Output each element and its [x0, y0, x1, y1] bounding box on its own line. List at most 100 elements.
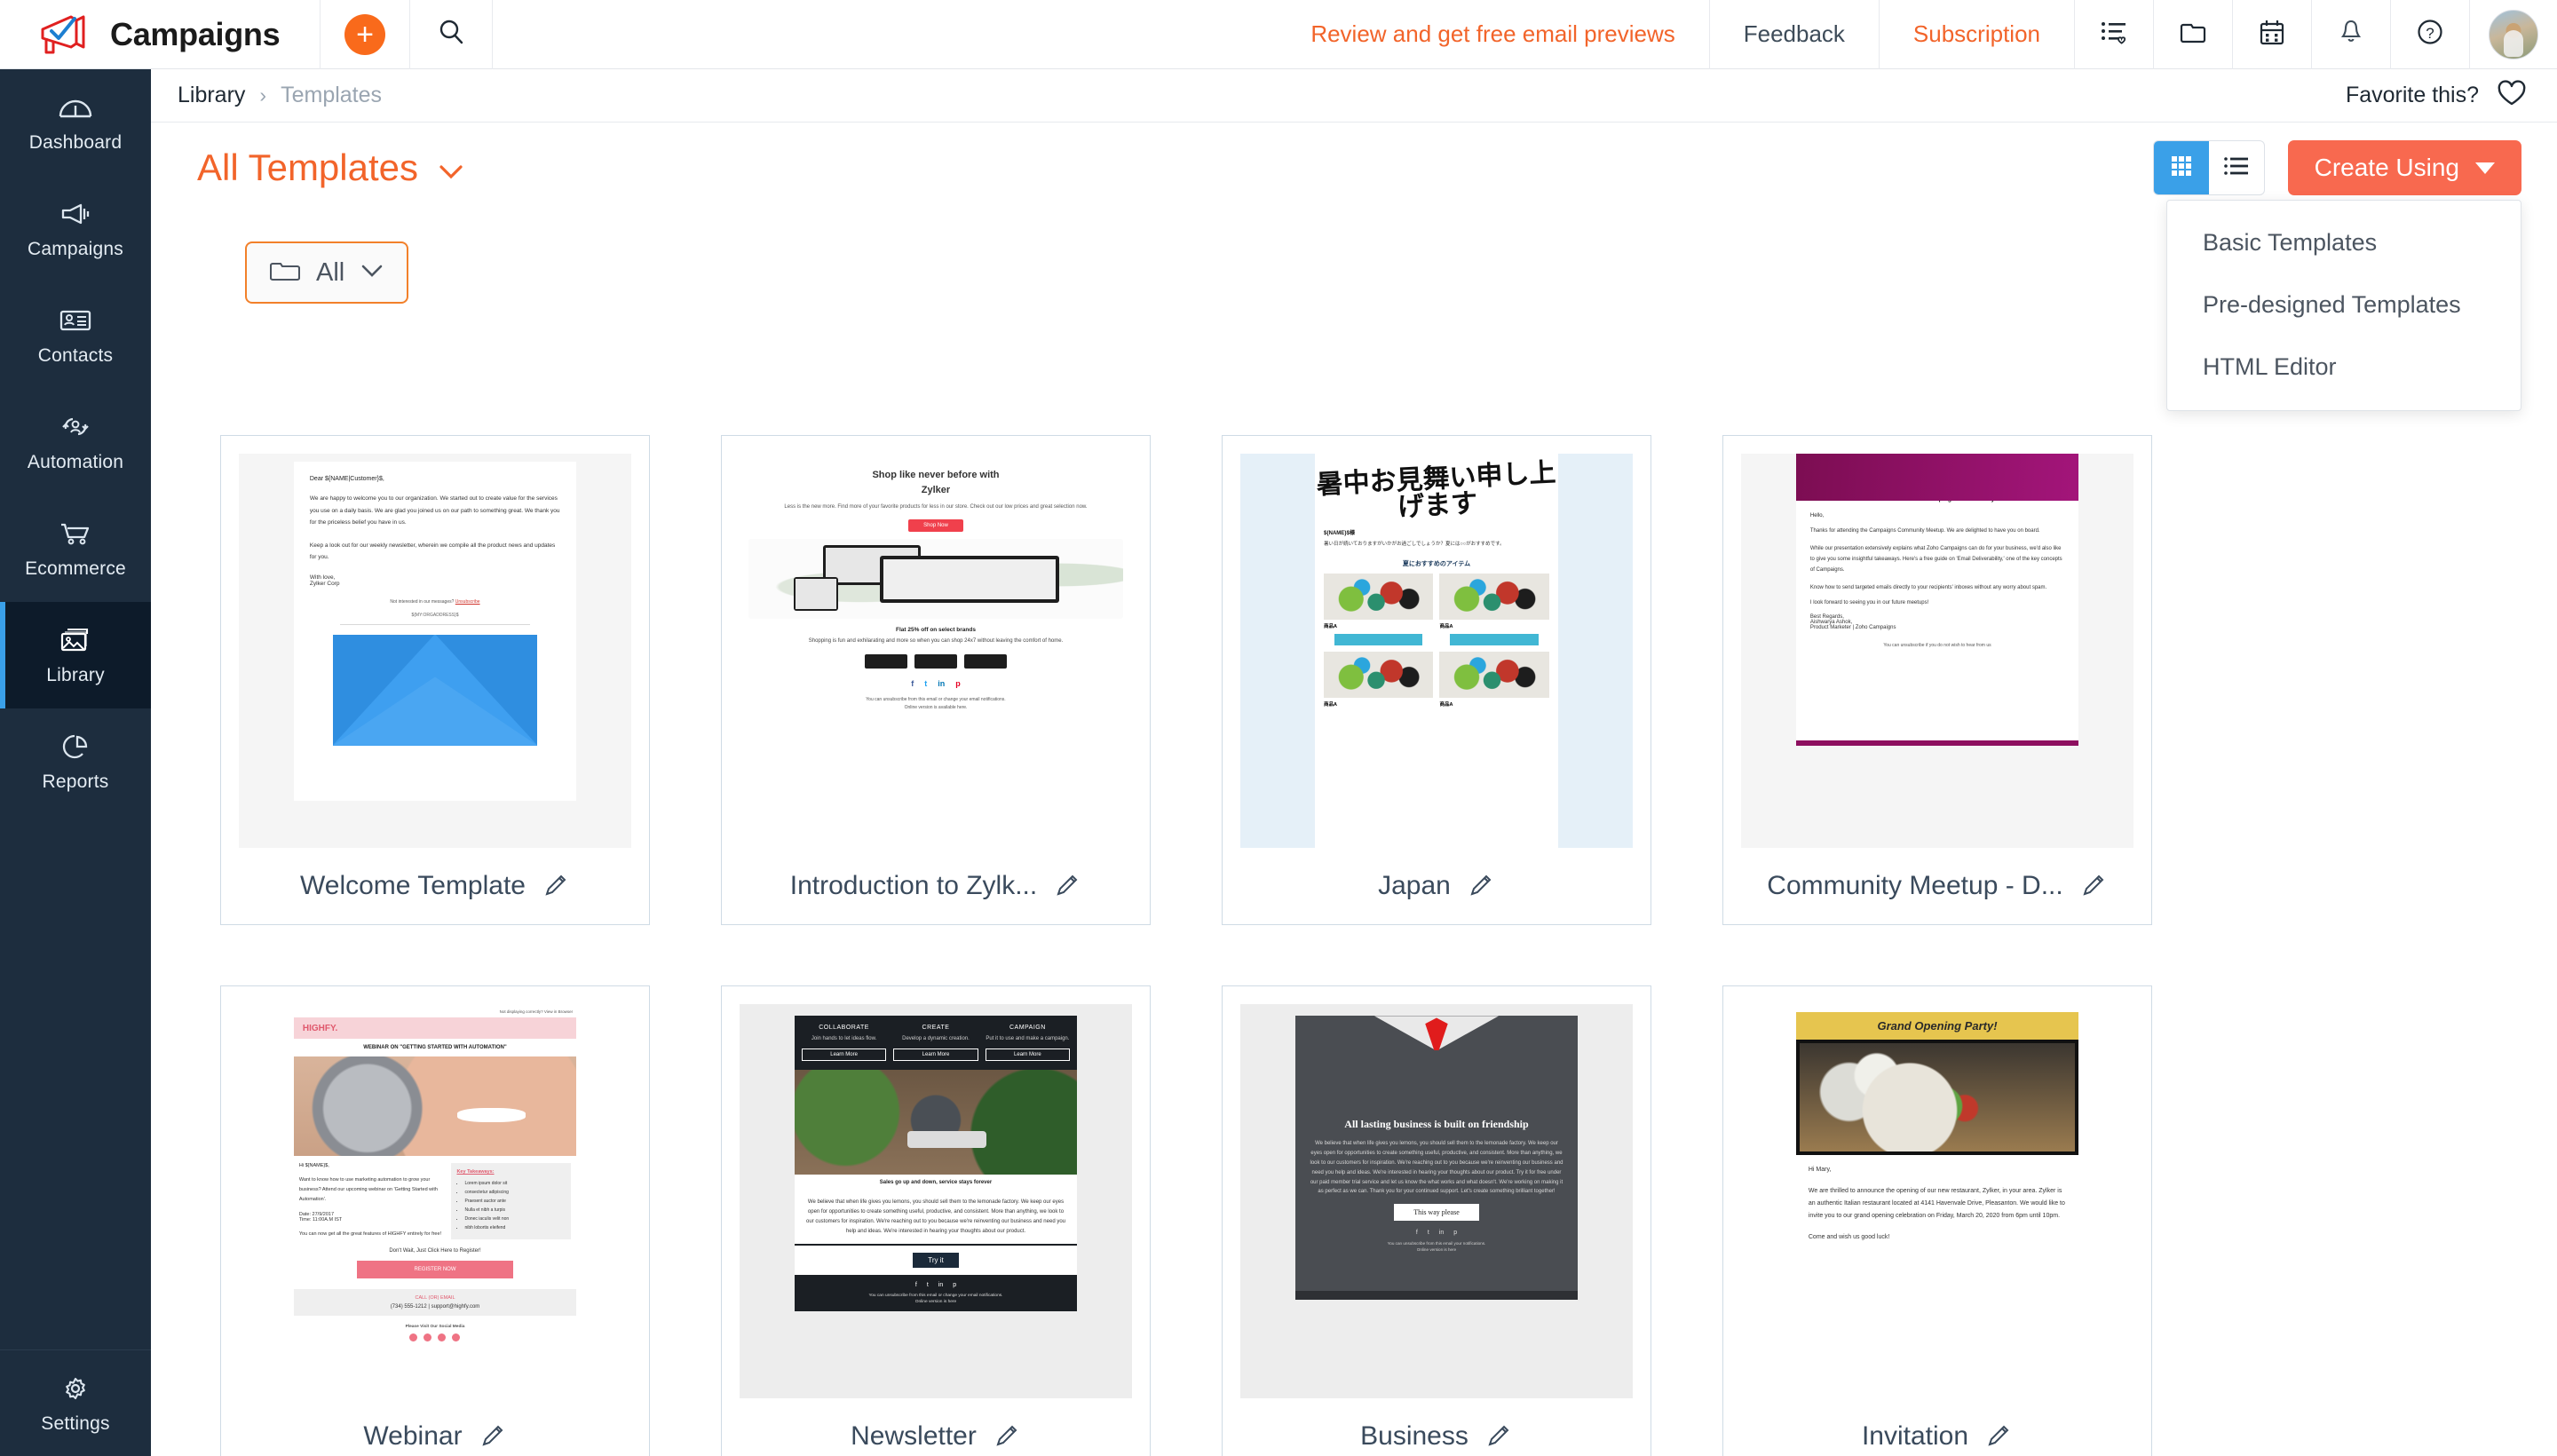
takeaway-item: Donec iaculis velit non: [464, 1215, 566, 1223]
menu-item-pre-designed-templates[interactable]: Pre-designed Templates: [2167, 273, 2521, 336]
template-card[interactable]: 暑中お見舞い申し上げます ${NAME}$様 暑い日が続いておりますがいかがお過…: [1222, 435, 1651, 925]
breadcrumb-bar: Library › Templates Favorite this?: [151, 69, 2557, 123]
preview-cta: Shop Now: [908, 518, 963, 532]
menu-item-html-editor[interactable]: HTML Editor: [2167, 336, 2521, 398]
preview-heading: WEBINAR ON "GETTING STARTED WITH AUTOMAT…: [363, 1045, 507, 1050]
preview-takeaways-title: Key Takeaways:: [456, 1169, 495, 1175]
template-card[interactable]: Grand Opening Party! Hi Mary, We are thr…: [1722, 985, 2152, 1456]
pencil-icon[interactable]: [2081, 873, 2108, 899]
preview-document: Not displaying correctly? View in Browse…: [293, 1004, 577, 1398]
preview-document: All lasting business is built on friends…: [1294, 1016, 1579, 1300]
template-card[interactable]: Not displaying correctly? View in Browse…: [220, 985, 650, 1456]
template-name: Invitation: [1861, 1421, 1969, 1451]
create-using-button[interactable]: Create Using: [2287, 140, 2521, 195]
feedback-link[interactable]: Feedback: [1710, 0, 1879, 69]
sidebar-item-automation[interactable]: Automation: [0, 389, 151, 495]
pencil-icon[interactable]: [480, 1423, 507, 1450]
sidebar-item-dashboard[interactable]: Dashboard: [0, 69, 151, 176]
preview-cta: This way please: [1393, 1204, 1479, 1222]
preview-paragraph-2: Keep a look out for our weekly newslette…: [309, 542, 556, 561]
pinterest-icon: p: [955, 679, 961, 689]
template-card-footer: Japan: [1223, 848, 1651, 924]
pencil-icon[interactable]: [1486, 1423, 1513, 1450]
notifications-button[interactable]: [2312, 0, 2390, 69]
store-badges: [740, 654, 1132, 669]
preview-footer-2: Online version is here: [1416, 1247, 1457, 1253]
preview-footer: You can unsubscribe if you do not wish t…: [1883, 643, 1991, 648]
user-avatar-button[interactable]: [2470, 0, 2557, 69]
preview-register-button: REGISTER NOW: [357, 1261, 513, 1278]
sidebar-item-reports[interactable]: Reports: [0, 708, 151, 815]
pencil-icon[interactable]: [1468, 873, 1495, 899]
facebook-icon: f: [1415, 1230, 1418, 1237]
email-preview-link[interactable]: Review and get free email previews: [1277, 0, 1708, 69]
template-card[interactable]: Dear ${NAME|Customer}$, We are happy to …: [220, 435, 650, 925]
template-thumbnail: Dear ${NAME|Customer}$, We are happy to …: [239, 454, 631, 848]
sidebar-item-label: Reports: [42, 772, 109, 792]
preview-address: ${MY:ORGADDRESS}$: [411, 613, 459, 619]
template-card-footer: Introduction to Zylk...: [722, 848, 1150, 924]
page-title[interactable]: All Templates: [151, 146, 464, 189]
gear-icon: [57, 1373, 94, 1405]
templates-content: Dear ${NAME|Customer}$, We are happy to …: [151, 337, 2557, 1456]
pencil-icon[interactable]: [994, 1423, 1021, 1450]
pencil-icon[interactable]: [1986, 1423, 2013, 1450]
pinterest-icon: p: [1453, 1230, 1458, 1237]
template-thumbnail: Welcome to the Campaigns Community! Hell…: [1741, 454, 2133, 848]
preview-greeting: Dear ${NAME|Customer}$,: [309, 475, 384, 482]
template-name: Introduction to Zylk...: [789, 871, 1038, 900]
preview-footer-2: Online version is here: [914, 1299, 957, 1304]
template-card[interactable]: Welcome to the Campaigns Community! Hell…: [1722, 435, 2152, 925]
templates-grid: Dear ${NAME|Customer}$, We are happy to …: [151, 337, 2557, 1456]
column-button: Learn More: [893, 1048, 978, 1062]
chevron-down-icon: [360, 264, 384, 282]
automation-icon: [57, 411, 94, 443]
item-title: 商品A: [1323, 702, 1337, 708]
sidebar-item-contacts[interactable]: Contacts: [0, 282, 151, 389]
help-button[interactable]: ?: [2391, 0, 2469, 69]
brand[interactable]: Campaigns: [0, 12, 320, 58]
linkedin-icon: in: [938, 679, 946, 689]
folder-filter-button[interactable]: All: [245, 241, 409, 304]
template-card[interactable]: Shop like never before with Zylker Less …: [721, 435, 1151, 925]
sidebar-item-library[interactable]: Library: [0, 602, 151, 708]
business-preview: All lasting business is built on friends…: [1240, 1004, 1633, 1398]
heart-icon[interactable]: [2497, 80, 2527, 111]
template-card[interactable]: COLLABORATE Join hands to let ideas flow…: [721, 985, 1151, 1456]
add-new-button[interactable]: +: [321, 0, 409, 69]
sidebar-item-label: Settings: [41, 1412, 110, 1434]
grid-view-button[interactable]: [2153, 141, 2209, 194]
preview-signoff-1: With love,: [309, 574, 336, 582]
folder-button[interactable]: [2154, 0, 2232, 69]
twitter-icon: t: [1427, 1230, 1429, 1237]
gauge-icon: [57, 91, 94, 123]
template-card[interactable]: All lasting business is built on friends…: [1222, 985, 1651, 1456]
subscription-link[interactable]: Subscription: [1880, 0, 2074, 69]
preview-column: CREATE Develop a dynamic creation. Learn…: [893, 1025, 978, 1062]
preview-contact: (734) 555-1212 | support@highfy.com: [390, 1304, 480, 1310]
breadcrumb-root[interactable]: Library: [178, 83, 245, 108]
sidebar-item-label: Campaigns: [27, 239, 124, 259]
create-using-menu: Basic Templates Pre-designed Templates H…: [2166, 200, 2521, 411]
sidebar-item-settings[interactable]: Settings: [0, 1349, 151, 1456]
sidebar-item-campaigns[interactable]: Campaigns: [0, 176, 151, 282]
preview-heading: All lasting business is built on friends…: [1344, 1118, 1529, 1131]
item-title: 商品A: [1323, 624, 1337, 630]
pencil-icon[interactable]: [1055, 873, 1081, 899]
tasks-button[interactable]: [2075, 0, 2153, 69]
chevron-down-icon: [438, 146, 464, 189]
sidebar-item-ecommerce[interactable]: Ecommerce: [0, 495, 151, 602]
list-view-button[interactable]: [2209, 141, 2264, 194]
calendar-button[interactable]: [2233, 0, 2311, 69]
pencil-icon[interactable]: [543, 873, 570, 899]
preview-footer-1: You can unsubscribe from this email or c…: [868, 1293, 1003, 1298]
item-button: [1334, 634, 1423, 646]
preview-footer-1: You can unsubscribe from this email or c…: [866, 697, 1006, 703]
favorite-control[interactable]: Favorite this?: [2346, 80, 2557, 111]
preview-column: CAMPAIGN Put it to use and make a campai…: [985, 1025, 1071, 1062]
sidebar-item-label: Library: [46, 665, 105, 685]
breadcrumb-separator-icon: ›: [259, 83, 267, 107]
menu-item-basic-templates[interactable]: Basic Templates: [2167, 211, 2521, 273]
global-search-button[interactable]: [410, 0, 492, 69]
preview-heading-2: Zylker: [921, 484, 951, 495]
